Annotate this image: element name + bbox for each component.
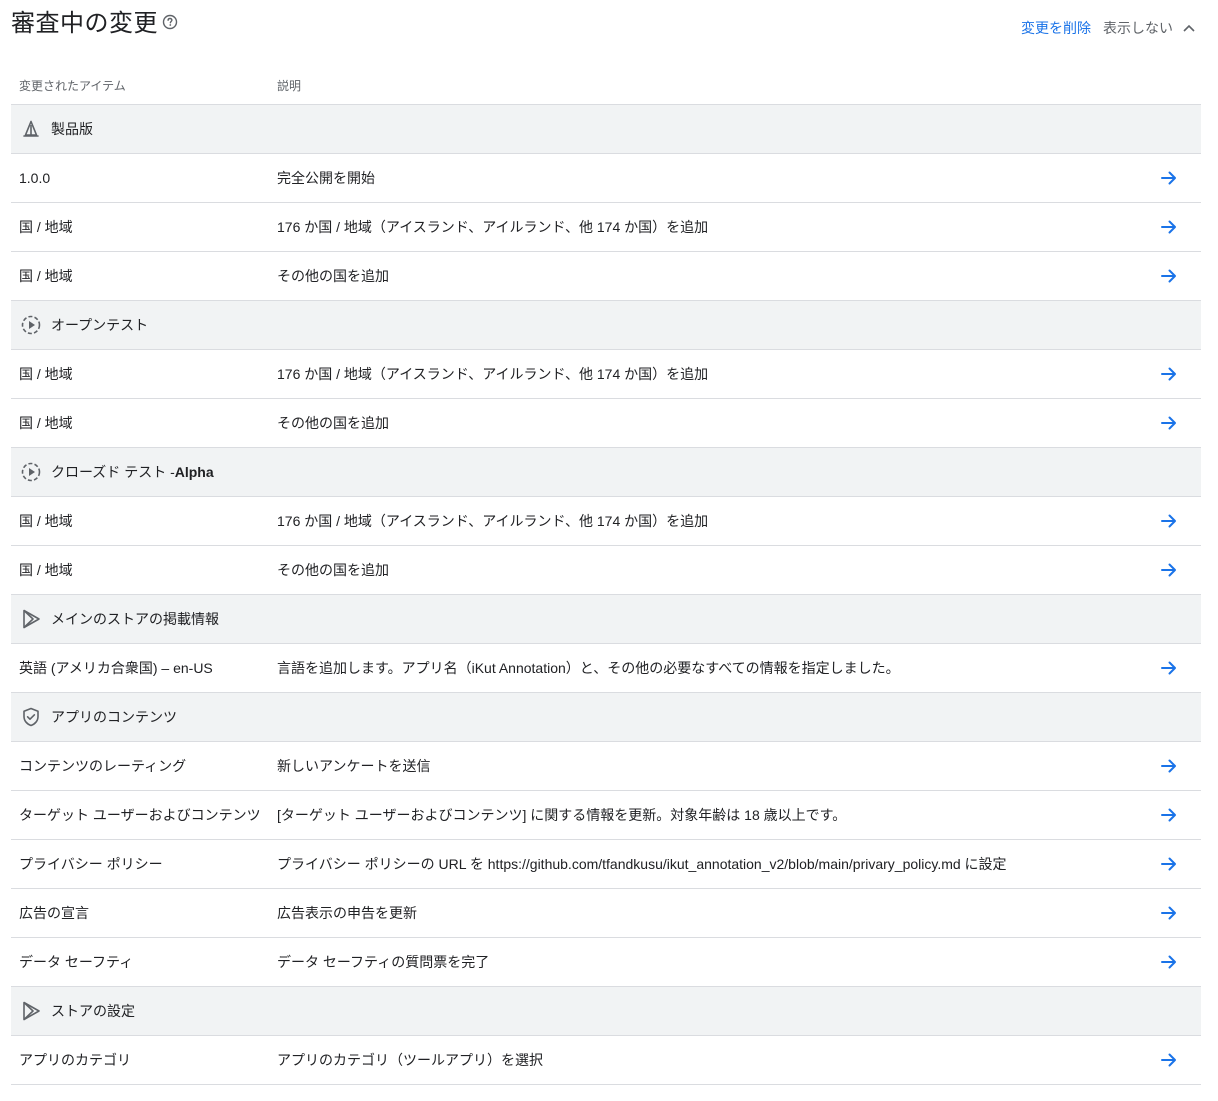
row-description: 広告表示の申告を更新 <box>277 905 417 921</box>
table-row[interactable]: 国 / 地域 その他の国を追加 <box>11 399 1201 448</box>
row-description: 新しいアンケートを送信 <box>277 758 431 774</box>
section-label: メインのストアの掲載情報 <box>51 611 219 627</box>
table-row[interactable]: コンテンツのレーティング 新しいアンケートを送信 <box>11 742 1201 791</box>
arrow-right-icon[interactable] <box>1159 805 1179 825</box>
section-header-cell: 製品版 <box>11 117 93 141</box>
table-row[interactable]: ターゲット ユーザーおよびコンテンツ [ターゲット ユーザーおよびコンテンツ] に… <box>11 791 1201 840</box>
table-row[interactable]: 国 / 地域 176 か国 / 地域（アイスランド、アイルランド、他 174 か国… <box>11 350 1201 399</box>
row-description: 176 か国 / 地域（アイスランド、アイルランド、他 174 か国）を追加 <box>277 366 709 382</box>
row-item: プライバシー ポリシー <box>19 856 163 872</box>
section-header-cell: ストアの設定 <box>11 999 135 1023</box>
section-label-bold: Alpha <box>174 464 214 480</box>
section-header: アプリのコンテンツ <box>11 693 1201 742</box>
play-store-icon <box>19 999 43 1023</box>
row-description: その他の国を追加 <box>277 562 389 578</box>
section-header-cell: オープンテスト <box>11 313 148 337</box>
arrow-right-icon[interactable] <box>1159 413 1179 433</box>
row-description: 完全公開を開始 <box>277 170 375 186</box>
section-header: 製品版 <box>11 105 1201 154</box>
row-description: その他の国を追加 <box>277 268 389 284</box>
table-row[interactable]: 広告の宣言 広告表示の申告を更新 <box>11 889 1201 938</box>
row-item: 国 / 地域 <box>19 513 73 529</box>
arrow-right-icon[interactable] <box>1159 1050 1179 1070</box>
help-icon[interactable] <box>162 7 178 39</box>
section-label: ストアの設定 <box>51 1003 135 1019</box>
chevron-up-icon <box>1183 24 1195 32</box>
testing-icon <box>19 313 43 337</box>
shield-check-icon <box>19 705 43 729</box>
arrow-right-icon[interactable] <box>1159 511 1179 531</box>
row-description: 176 か国 / 地域（アイスランド、アイルランド、他 174 か国）を追加 <box>277 219 709 235</box>
section-header: オープンテスト <box>11 301 1201 350</box>
row-item: 国 / 地域 <box>19 415 73 431</box>
row-description: データ セーフティの質問票を完了 <box>277 954 490 970</box>
arrow-right-icon[interactable] <box>1159 658 1179 678</box>
row-item: アプリのカテゴリ <box>19 1052 131 1068</box>
row-description: 言語を追加します。アプリ名（iKut Annotation）と、その他の必要なす… <box>277 660 900 676</box>
table-row[interactable]: アプリのカテゴリ アプリのカテゴリ（ツールアプリ）を選択 <box>11 1036 1201 1085</box>
section-label: アプリのコンテンツ <box>51 709 177 725</box>
row-item: 国 / 地域 <box>19 219 73 235</box>
section-header-cell: アプリのコンテンツ <box>11 705 177 729</box>
play-store-icon <box>19 607 43 631</box>
page-title-wrap: 審査中の変更 <box>11 8 178 41</box>
section-label: クローズド テスト - <box>51 464 175 480</box>
arrow-right-icon[interactable] <box>1159 854 1179 874</box>
page-header: 審査中の変更 変更を削除 表示しない <box>11 0 1201 56</box>
table-row[interactable]: 英語 (アメリカ合衆国) – en-US 言語を追加します。アプリ名（iKut A… <box>11 644 1201 693</box>
table-row[interactable]: 国 / 地域 その他の国を追加 <box>11 252 1201 301</box>
table-body: 製品版 1.0.0 完全公開を開始国 / 地域 176 か国 / 地域（アイスランド、… <box>11 105 1201 1085</box>
section-header: メインのストアの掲載情報 <box>11 595 1201 644</box>
row-item: 広告の宣言 <box>19 905 89 921</box>
changes-table: 変更されたアイテム 説明 製品版 1.0.0 完全公開を開始国 / 地域 176 か国… <box>11 66 1201 1085</box>
arrow-right-icon[interactable] <box>1159 756 1179 776</box>
table-row[interactable]: 国 / 地域 176 か国 / 地域（アイスランド、アイルランド、他 174 か国… <box>11 497 1201 546</box>
row-item: 1.0.0 <box>19 170 51 186</box>
row-item: 英語 (アメリカ合衆国) – en-US <box>19 660 213 676</box>
table-row[interactable]: データ セーフティ データ セーフティの質問票を完了 <box>11 938 1201 987</box>
arrow-right-icon[interactable] <box>1159 952 1179 972</box>
table-row[interactable]: 国 / 地域 176 か国 / 地域（アイスランド、アイルランド、他 174 か国… <box>11 203 1201 252</box>
testing-icon <box>19 460 43 484</box>
row-item: 国 / 地域 <box>19 562 73 578</box>
row-description: 176 か国 / 地域（アイスランド、アイルランド、他 174 か国）を追加 <box>277 513 709 529</box>
section-header-cell: メインのストアの掲載情報 <box>11 607 219 631</box>
section-label: オープンテスト <box>51 317 149 333</box>
arrow-right-icon[interactable] <box>1159 560 1179 580</box>
arrow-right-icon[interactable] <box>1159 266 1179 286</box>
row-item: コンテンツのレーティング <box>19 758 187 774</box>
arrow-right-icon[interactable] <box>1159 903 1179 923</box>
header-actions: 変更を削除 表示しない <box>1021 17 1201 39</box>
arrow-right-icon[interactable] <box>1159 364 1179 384</box>
discard-changes-link[interactable]: 変更を削除 <box>1021 17 1091 39</box>
row-description: プライバシー ポリシーの URL を https://github.com/tf… <box>277 856 1007 872</box>
section-header: ストアの設定 <box>11 987 1201 1036</box>
column-header-description: 説明 <box>277 78 302 93</box>
column-header-item: 変更されたアイテム <box>19 78 126 93</box>
hide-toggle[interactable]: 表示しない <box>1103 17 1201 39</box>
table-row[interactable]: プライバシー ポリシー プライバシー ポリシーの URL を https://gi… <box>11 840 1201 889</box>
row-description: [ターゲット ユーザーおよびコンテンツ] に関する情報を更新。対象年齢は 18 … <box>277 807 847 823</box>
section-header-cell: クローズド テスト - Alpha <box>11 460 214 484</box>
page-title: 審査中の変更 <box>11 10 158 37</box>
section-header: クローズド テスト - Alpha <box>11 448 1201 497</box>
hide-toggle-label: 表示しない <box>1103 20 1173 36</box>
row-item: 国 / 地域 <box>19 268 73 284</box>
row-description: アプリのカテゴリ（ツールアプリ）を選択 <box>277 1052 543 1068</box>
arrow-right-icon[interactable] <box>1159 168 1179 188</box>
section-label: 製品版 <box>51 121 93 137</box>
table-row[interactable]: 1.0.0 完全公開を開始 <box>11 154 1201 203</box>
row-item: データ セーフティ <box>19 954 134 970</box>
arrow-right-icon[interactable] <box>1159 217 1179 237</box>
table-header: 変更されたアイテム 説明 <box>11 66 1201 105</box>
table-row[interactable]: 国 / 地域 その他の国を追加 <box>11 546 1201 595</box>
row-item: 国 / 地域 <box>19 366 73 382</box>
row-description: その他の国を追加 <box>277 415 389 431</box>
production-icon <box>19 117 43 141</box>
row-item: ターゲット ユーザーおよびコンテンツ <box>19 807 261 823</box>
